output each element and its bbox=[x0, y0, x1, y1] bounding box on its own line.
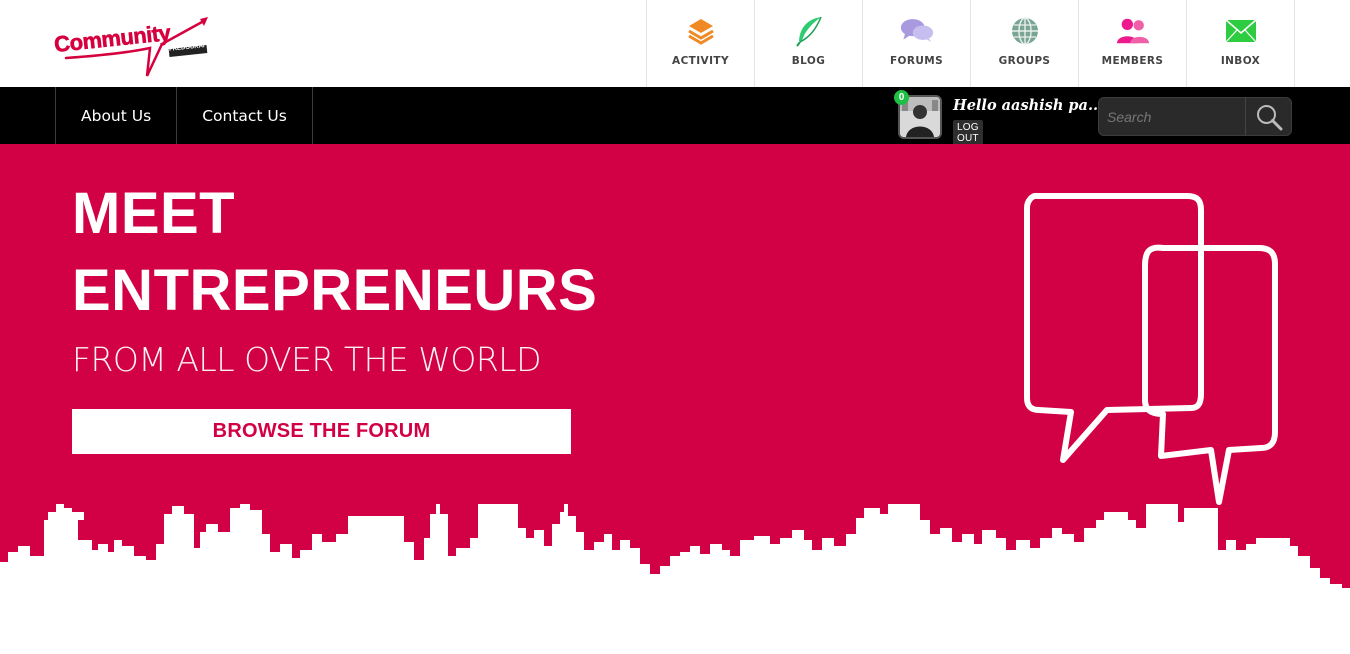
search-box bbox=[1098, 97, 1292, 136]
nav-label: BLOG bbox=[791, 55, 826, 67]
search-button[interactable] bbox=[1245, 98, 1291, 135]
hero-banner: MEET ENTREPRENEURS FROM ALL OVER THE WOR… bbox=[0, 144, 1350, 600]
nav-activity[interactable]: ACTIVITY bbox=[647, 0, 755, 87]
nav-label: MEMBERS bbox=[1101, 55, 1164, 67]
chat-bubbles-icon bbox=[900, 14, 934, 48]
hero-title-line2: ENTREPRENEURS bbox=[72, 258, 598, 323]
notification-badge[interactable]: 0 bbox=[894, 90, 909, 105]
main-navbar: About Us Contact Us 0 Hello aashish pa..… bbox=[0, 87, 1350, 146]
hero-title-line1: MEET bbox=[72, 181, 236, 246]
feather-icon bbox=[792, 14, 826, 48]
search-icon bbox=[1256, 104, 1282, 130]
icon-nav: ACTIVITY BLOG FORUMS GROUPS MEMBERS INBO… bbox=[646, 0, 1295, 87]
nav-label: FORUMS bbox=[889, 55, 944, 67]
speech-bubbles-icon bbox=[1024, 192, 1278, 514]
hero-subtitle: FROM ALL OVER THE WORLD bbox=[72, 340, 542, 379]
globe-icon bbox=[1008, 14, 1042, 48]
nav-label: ACTIVITY bbox=[672, 55, 729, 67]
nav-forums[interactable]: FORUMS bbox=[863, 0, 971, 87]
layers-icon bbox=[684, 14, 718, 48]
nav-groups[interactable]: GROUPS bbox=[971, 0, 1079, 87]
browse-forum-button[interactable]: BROWSE THE FORUM bbox=[72, 409, 571, 454]
menu-item-about-us[interactable]: About Us bbox=[56, 87, 178, 144]
nav-label: INBOX bbox=[1220, 55, 1261, 67]
envelope-icon bbox=[1224, 14, 1258, 48]
users-icon bbox=[1116, 14, 1150, 48]
menu-item-contact-us[interactable]: Contact Us bbox=[177, 87, 313, 144]
nav-label: GROUPS bbox=[998, 55, 1051, 67]
search-input[interactable] bbox=[1099, 98, 1245, 135]
user-greeting: Hello aashish pa... bbox=[953, 97, 1104, 114]
main-menu: About Us Contact Us bbox=[55, 87, 313, 144]
logout-button[interactable]: LOG OUT bbox=[953, 120, 983, 146]
city-skyline bbox=[0, 504, 1350, 600]
top-header: Community FREDOURAI ACTIVITY BLOG FORUMS… bbox=[0, 0, 1350, 87]
community-logo[interactable]: Community FREDOURAI bbox=[52, 14, 212, 80]
nav-blog[interactable]: BLOG bbox=[755, 0, 863, 87]
nav-members[interactable]: MEMBERS bbox=[1079, 0, 1187, 87]
nav-inbox[interactable]: INBOX bbox=[1187, 0, 1295, 87]
page-content-area bbox=[0, 600, 1350, 654]
